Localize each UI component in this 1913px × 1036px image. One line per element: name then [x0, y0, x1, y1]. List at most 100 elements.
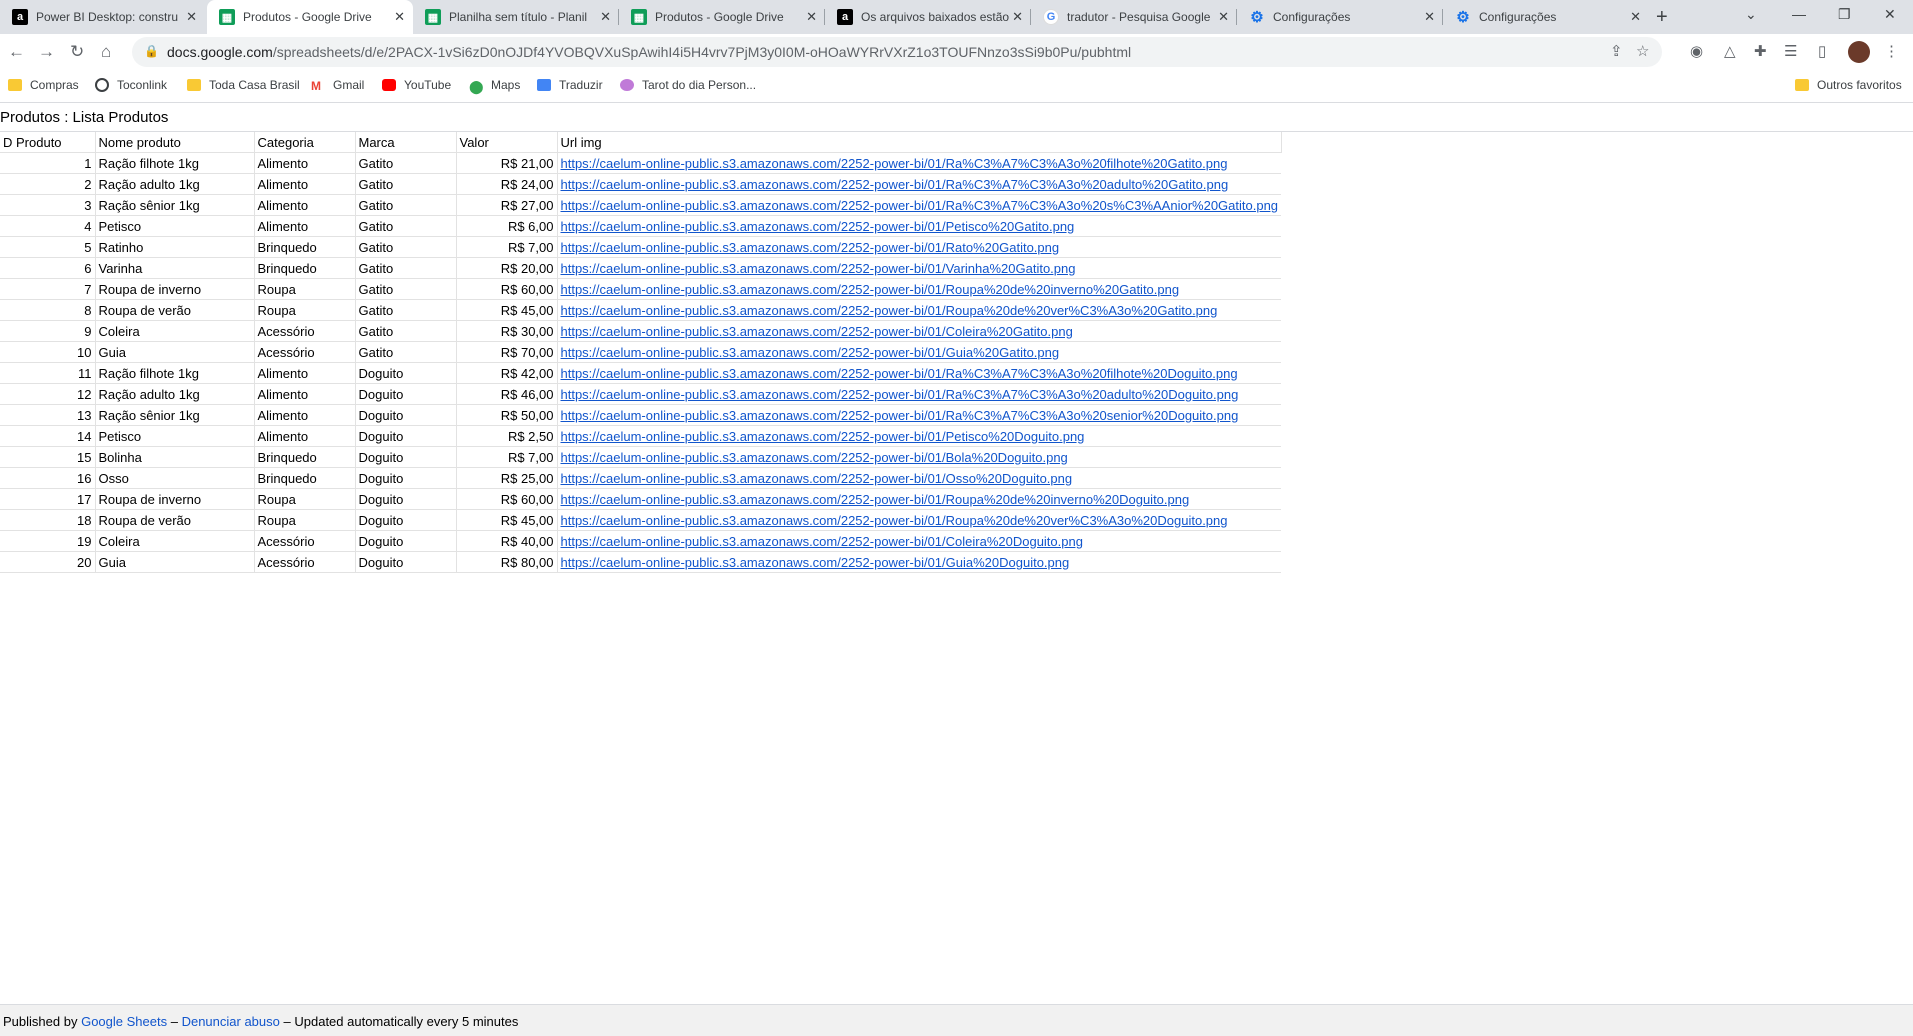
table-row: 11 Ração filhote 1kg Alimento Doguito R$ 42,… — [0, 362, 1282, 384]
cell-categoria: Acessório — [254, 341, 356, 363]
minimize-icon[interactable]: — — [1792, 6, 1806, 22]
restore-icon[interactable]: ❐ — [1838, 6, 1851, 23]
new-tab-plus-icon[interactable]: + — [1656, 6, 1668, 29]
image-url-link[interactable]: https://caelum-online-public.s3.amazonaw… — [561, 513, 1228, 528]
image-url-link[interactable]: https://caelum-online-public.s3.amazonaw… — [561, 156, 1228, 171]
media-list-icon[interactable]: ☰ — [1784, 42, 1797, 60]
profile-avatar[interactable] — [1848, 41, 1870, 63]
sheets-icon: ▦ — [631, 9, 647, 25]
cell-valor: R$ 40,00 — [456, 530, 558, 552]
bookmark-traduzir[interactable]: Traduzir — [537, 78, 603, 92]
tab-search-chevron-icon[interactable]: ⌄ — [1745, 6, 1757, 23]
menu-kebab-icon[interactable]: ⋮ — [1884, 42, 1899, 60]
close-icon[interactable]: ✕ — [1424, 9, 1435, 25]
window-close-icon[interactable]: ✕ — [1884, 6, 1896, 23]
maps-pin-icon: ⬤ — [469, 79, 484, 94]
dash: – — [170, 1014, 178, 1029]
cell-nome: Ração filhote 1kg — [95, 152, 255, 174]
cell-url: https://caelum-online-public.s3.amazonaw… — [557, 215, 1282, 237]
table-row: 7 Roupa de inverno Roupa Gatito R$ 60,00 http… — [0, 278, 1282, 300]
url-host: docs.google.com — [167, 44, 273, 60]
close-icon[interactable]: ✕ — [1630, 9, 1641, 25]
image-url-link[interactable]: https://caelum-online-public.s3.amazonaw… — [561, 177, 1229, 192]
cell-marca: Doguito — [355, 488, 457, 510]
tab-2[interactable]: ▦ Planilha sem título - Planil ✕ — [413, 0, 619, 34]
bookmarks-bar: Compras Toconlink Toda Casa Brasil M Gmai… — [0, 70, 1913, 103]
lock-icon[interactable]: 🔒 — [144, 44, 159, 58]
image-url-link[interactable]: https://caelum-online-public.s3.amazonaw… — [561, 450, 1068, 465]
cell-url: https://caelum-online-public.s3.amazonaw… — [557, 341, 1282, 363]
image-url-link[interactable]: https://caelum-online-public.s3.amazonaw… — [561, 534, 1083, 549]
image-url-link[interactable]: https://caelum-online-public.s3.amazonaw… — [561, 408, 1239, 423]
image-url-link[interactable]: https://caelum-online-public.s3.amazonaw… — [561, 555, 1070, 570]
close-icon[interactable]: ✕ — [1012, 9, 1023, 25]
tab-title: Planilha sem título - Planil — [449, 10, 588, 24]
bookmark-toda-casa-brasil[interactable]: Toda Casa Brasil — [187, 78, 300, 92]
image-url-link[interactable]: https://caelum-online-public.s3.amazonaw… — [561, 366, 1238, 381]
image-url-link[interactable]: https://caelum-online-public.s3.amazonaw… — [561, 429, 1085, 444]
cell-marca: Doguito — [355, 425, 457, 447]
cell-nome: Ratinho — [95, 236, 255, 258]
cell-nome: Roupa de inverno — [95, 488, 255, 510]
bookmark-compras[interactable]: Compras — [8, 78, 79, 92]
close-icon[interactable]: ✕ — [394, 9, 405, 25]
report-abuse-link[interactable]: Denunciar abuso — [182, 1014, 280, 1029]
close-icon[interactable]: ✕ — [186, 9, 197, 25]
image-url-link[interactable]: https://caelum-online-public.s3.amazonaw… — [561, 345, 1060, 360]
bookmark-tarot[interactable]: Tarot do dia Person... — [620, 78, 756, 92]
header-nome: Nome produto — [95, 132, 255, 153]
tab-3[interactable]: ▦ Produtos - Google Drive ✕ — [619, 0, 825, 34]
extension-triangle-icon[interactable]: △ — [1724, 42, 1736, 60]
url-text[interactable]: docs.google.com/spreadsheets/d/e/2PACX-1… — [167, 44, 1131, 60]
extensions-puzzle-icon[interactable]: ✚ — [1754, 42, 1767, 60]
cell-marca: Gatito — [355, 341, 457, 363]
cell-valor: R$ 25,00 — [456, 467, 558, 489]
image-url-link[interactable]: https://caelum-online-public.s3.amazonaw… — [561, 387, 1239, 402]
tab-6[interactable]: ⚙ Configurações ✕ — [1237, 0, 1443, 34]
close-icon[interactable]: ✕ — [806, 9, 817, 25]
image-url-link[interactable]: https://caelum-online-public.s3.amazonaw… — [561, 471, 1073, 486]
bookmark-star-icon[interactable]: ☆ — [1636, 42, 1649, 60]
home-icon[interactable]: ⌂ — [101, 42, 111, 62]
image-url-link[interactable]: https://caelum-online-public.s3.amazonaw… — [561, 324, 1073, 339]
back-arrow-icon[interactable]: ← — [8, 42, 25, 62]
reload-icon[interactable]: ↻ — [70, 42, 84, 62]
close-icon[interactable]: ✕ — [600, 9, 611, 25]
forward-arrow-icon[interactable]: → — [38, 42, 55, 62]
image-url-link[interactable]: https://caelum-online-public.s3.amazonaw… — [561, 303, 1218, 318]
image-url-link[interactable]: https://caelum-online-public.s3.amazonaw… — [561, 219, 1075, 234]
image-url-link[interactable]: https://caelum-online-public.s3.amazonaw… — [561, 492, 1190, 507]
bookmark-gmail[interactable]: M Gmail — [311, 78, 364, 93]
browser-toolbar: ← → ↻ ⌂ 🔒 docs.google.com/spreadsheets/d… — [0, 34, 1913, 70]
google-sheets-link[interactable]: Google Sheets — [81, 1014, 167, 1029]
side-panel-icon[interactable]: ▯ — [1818, 42, 1826, 60]
bookmark-youtube[interactable]: YouTube — [382, 78, 451, 92]
cell-nome: Guia — [95, 551, 255, 573]
image-url-link[interactable]: https://caelum-online-public.s3.amazonaw… — [561, 240, 1060, 255]
tab-0[interactable]: a Power BI Desktop: constru ✕ — [0, 0, 205, 34]
alura-icon: a — [12, 9, 28, 25]
cell-marca: Doguito — [355, 404, 457, 426]
image-url-link[interactable]: https://caelum-online-public.s3.amazonaw… — [561, 282, 1180, 297]
bookmark-toconlink[interactable]: Toconlink — [95, 78, 167, 92]
image-url-link[interactable]: https://caelum-online-public.s3.amazonaw… — [561, 261, 1076, 276]
tab-7[interactable]: ⚙ Configurações ✕ — [1443, 0, 1649, 34]
cell-id: 12 — [0, 383, 96, 405]
tab-5[interactable]: G tradutor - Pesquisa Google ✕ — [1031, 0, 1237, 34]
updated-text: Updated automatically every 5 minutes — [294, 1014, 519, 1029]
share-icon[interactable]: ⇪ — [1610, 42, 1623, 60]
bookmark-outros-favoritos[interactable]: Outros favoritos — [1795, 78, 1902, 92]
tab-4[interactable]: a Os arquivos baixados estão ✕ — [825, 0, 1031, 34]
tab-1[interactable]: ▦ Produtos - Google Drive ✕ — [207, 0, 413, 34]
sheets-icon: ▦ — [219, 9, 235, 25]
cell-valor: R$ 7,00 — [456, 446, 558, 468]
close-icon[interactable]: ✕ — [1218, 9, 1229, 25]
cell-marca: Gatito — [355, 215, 457, 237]
image-url-link[interactable]: https://caelum-online-public.s3.amazonaw… — [561, 198, 1279, 213]
extension-circle-icon[interactable]: ◉ — [1690, 42, 1703, 60]
cell-nome: Petisco — [95, 425, 255, 447]
cell-url: https://caelum-online-public.s3.amazonaw… — [557, 194, 1282, 216]
folder-icon — [187, 79, 201, 91]
address-bar[interactable]: 🔒 docs.google.com/spreadsheets/d/e/2PACX… — [132, 37, 1662, 67]
bookmark-maps[interactable]: ⬤ Maps — [469, 78, 520, 94]
